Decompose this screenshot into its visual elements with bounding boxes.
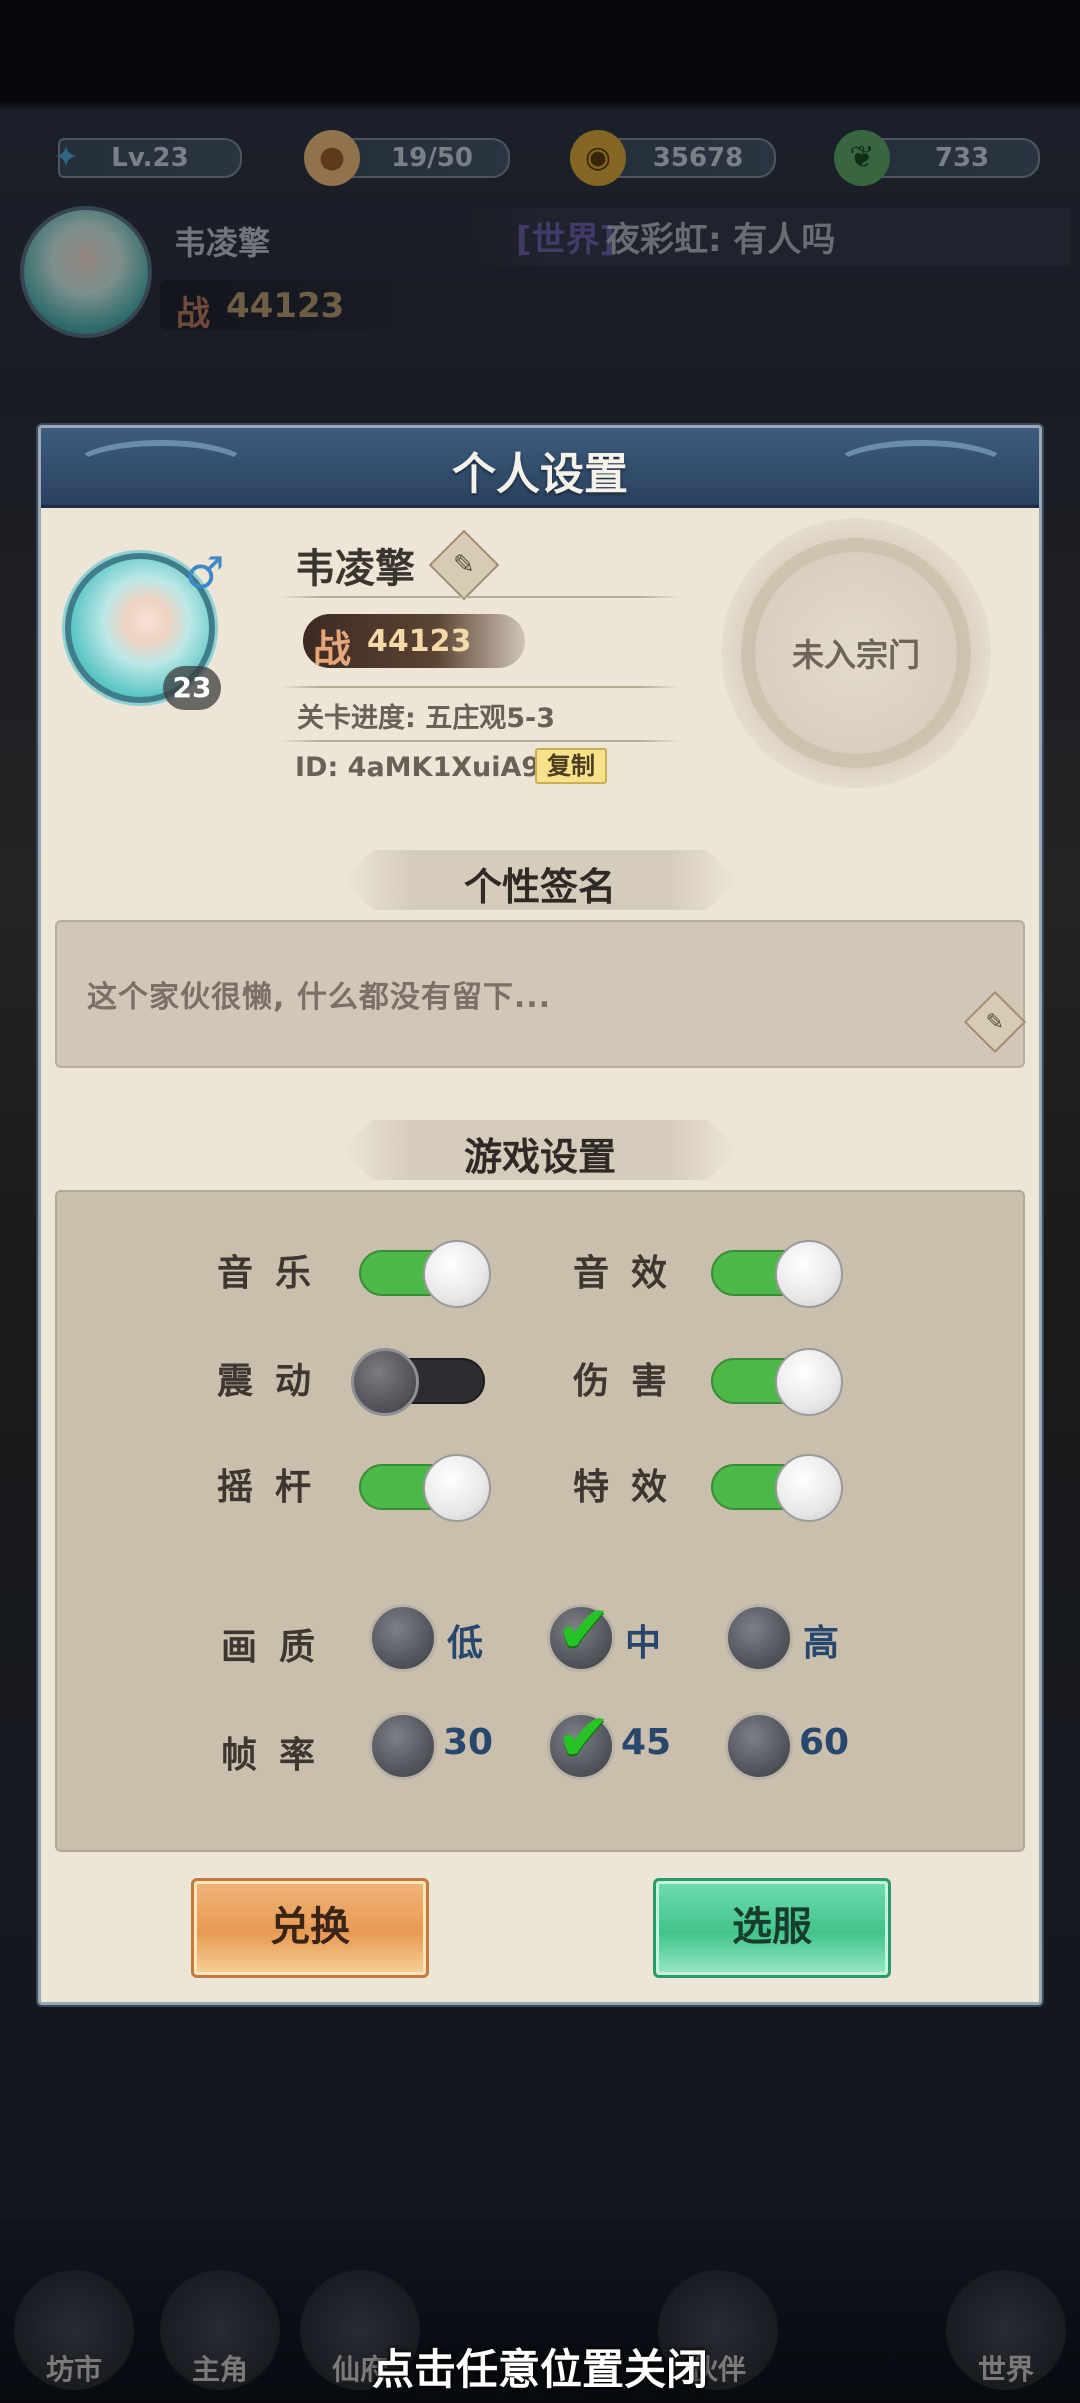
fps-30-label: 30 — [443, 1722, 494, 1763]
select-server-button[interactable]: 选服 — [653, 1878, 891, 1978]
game-settings-header-label: 游戏设置 — [463, 1135, 616, 1179]
quality-mid-label: 中 — [625, 1623, 662, 1664]
music-toggle[interactable] — [359, 1240, 491, 1308]
redeem-button[interactable]: 兑换 — [191, 1878, 429, 1978]
profile-power-value: 44123 — [367, 624, 472, 659]
sound-toggle[interactable] — [711, 1240, 843, 1308]
game-settings-box: 音乐 音效 震动 伤害 摇杆 特效 画质 低 ✔ 中 高 帧率 30 ✔ 45 … — [55, 1190, 1025, 1852]
toggle-knob — [775, 1348, 843, 1416]
edit-signature-icon[interactable]: ✎ — [963, 990, 1027, 1054]
toggle-knob — [423, 1454, 491, 1522]
stage-progress: 关卡进度: 五庄观5-3 — [297, 703, 555, 734]
quality-high-label: 高 — [803, 1623, 840, 1664]
sound-label: 音效 — [573, 1253, 690, 1294]
edit-name-icon[interactable]: ✎ — [428, 529, 500, 601]
dialog-title: 个人设置 — [452, 449, 628, 500]
divider — [279, 686, 681, 688]
signature-header: 个性签名 — [341, 850, 739, 910]
fps-60-radio[interactable] — [725, 1712, 793, 1780]
profile-power-label: 战 — [313, 627, 352, 671]
framerate-label: 帧率 — [221, 1735, 338, 1776]
player-id: ID: 4aMK1XuiA9i — [295, 752, 550, 783]
joystick-toggle[interactable] — [359, 1454, 491, 1522]
joystick-label: 摇杆 — [217, 1467, 334, 1508]
divider — [279, 740, 681, 742]
quality-label: 画质 — [221, 1627, 338, 1668]
vibration-label: 震动 — [217, 1361, 334, 1402]
divider — [279, 596, 681, 598]
male-icon: ♂ — [185, 548, 225, 599]
fps-60-label: 60 — [799, 1722, 850, 1763]
fps-30-radio[interactable] — [369, 1712, 437, 1780]
sect-status: 未入宗门 — [791, 636, 920, 674]
vibration-toggle[interactable] — [351, 1348, 485, 1416]
signature-text: 这个家伙很懒, 什么都没有留下... — [87, 980, 552, 1015]
fps-45-label: 45 — [621, 1722, 672, 1763]
settings-dialog: 个人设置 ♂ 23 韦凌擎 ✎ 战 44123 关卡进度: 五庄观5-3 ID:… — [38, 425, 1042, 2005]
check-icon: ✔ — [556, 1591, 612, 1668]
close-hint: 点击任意位置关闭 — [371, 2345, 708, 2394]
dialog-header: 个人设置 — [41, 428, 1039, 508]
effects-label: 特效 — [573, 1467, 690, 1508]
quality-mid-radio[interactable]: ✔ — [547, 1591, 615, 1672]
toggle-knob — [775, 1454, 843, 1522]
toggle-knob — [775, 1240, 843, 1308]
damage-toggle[interactable] — [711, 1348, 843, 1416]
toggle-knob — [423, 1240, 491, 1308]
fps-45-radio[interactable]: ✔ — [547, 1699, 615, 1780]
quality-low-label: 低 — [447, 1623, 484, 1664]
profile-username: 韦凌擎 — [295, 546, 415, 592]
game-settings-header: 游戏设置 — [341, 1120, 739, 1180]
quality-high-radio[interactable] — [725, 1604, 793, 1672]
effects-toggle[interactable] — [711, 1454, 843, 1522]
signature-box[interactable]: 这个家伙很懒, 什么都没有留下... ✎ — [55, 920, 1027, 1068]
copy-id-button[interactable]: 复制 — [535, 748, 607, 784]
music-label: 音乐 — [217, 1253, 334, 1294]
check-icon: ✔ — [556, 1699, 612, 1776]
sect-emblem[interactable]: 未入宗门 — [721, 518, 991, 788]
toggle-knob — [351, 1348, 419, 1416]
avatar-level: 23 — [163, 666, 221, 710]
profile-power: 战 44123 — [303, 614, 525, 671]
quality-low-radio[interactable] — [369, 1604, 437, 1672]
signature-header-label: 个性签名 — [463, 865, 616, 909]
damage-label: 伤害 — [573, 1361, 690, 1402]
